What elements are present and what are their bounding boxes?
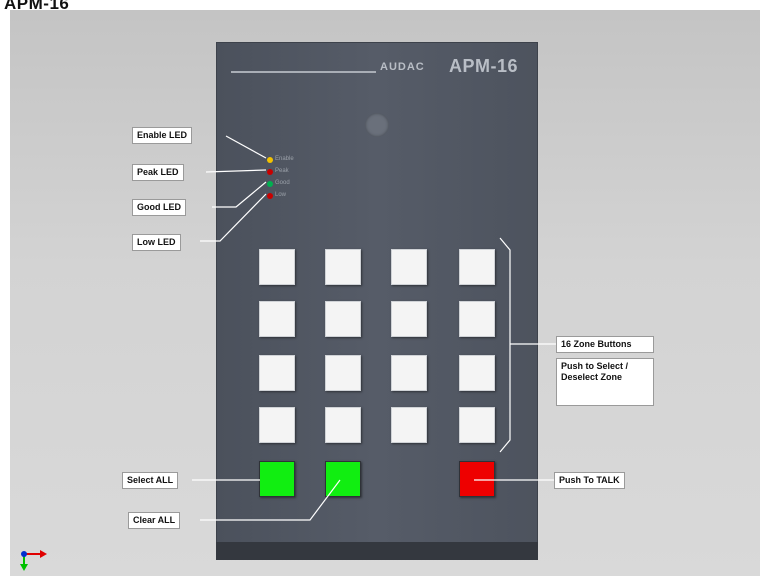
callout-select-all: Select ALL bbox=[122, 472, 179, 489]
callout-good-led: Good LED bbox=[132, 199, 186, 216]
axis-indicator-icon bbox=[20, 550, 47, 571]
callout-push-to-talk: Push To TALK bbox=[554, 472, 625, 489]
device-view: AUDAC APM-16 Enable Peak Good Low Enable… bbox=[10, 10, 760, 576]
callout-peak-led: Peak LED bbox=[132, 164, 184, 181]
callout-leader-lines bbox=[192, 135, 566, 521]
callout-zone-buttons: 16 Zone Buttons bbox=[556, 336, 654, 353]
callout-zone-action: Push to Select / Deselect Zone bbox=[556, 358, 654, 406]
callout-low-led: Low LED bbox=[132, 234, 181, 251]
callout-clear-all: Clear ALL bbox=[128, 512, 181, 529]
callout-enable-led: Enable LED bbox=[132, 127, 193, 144]
